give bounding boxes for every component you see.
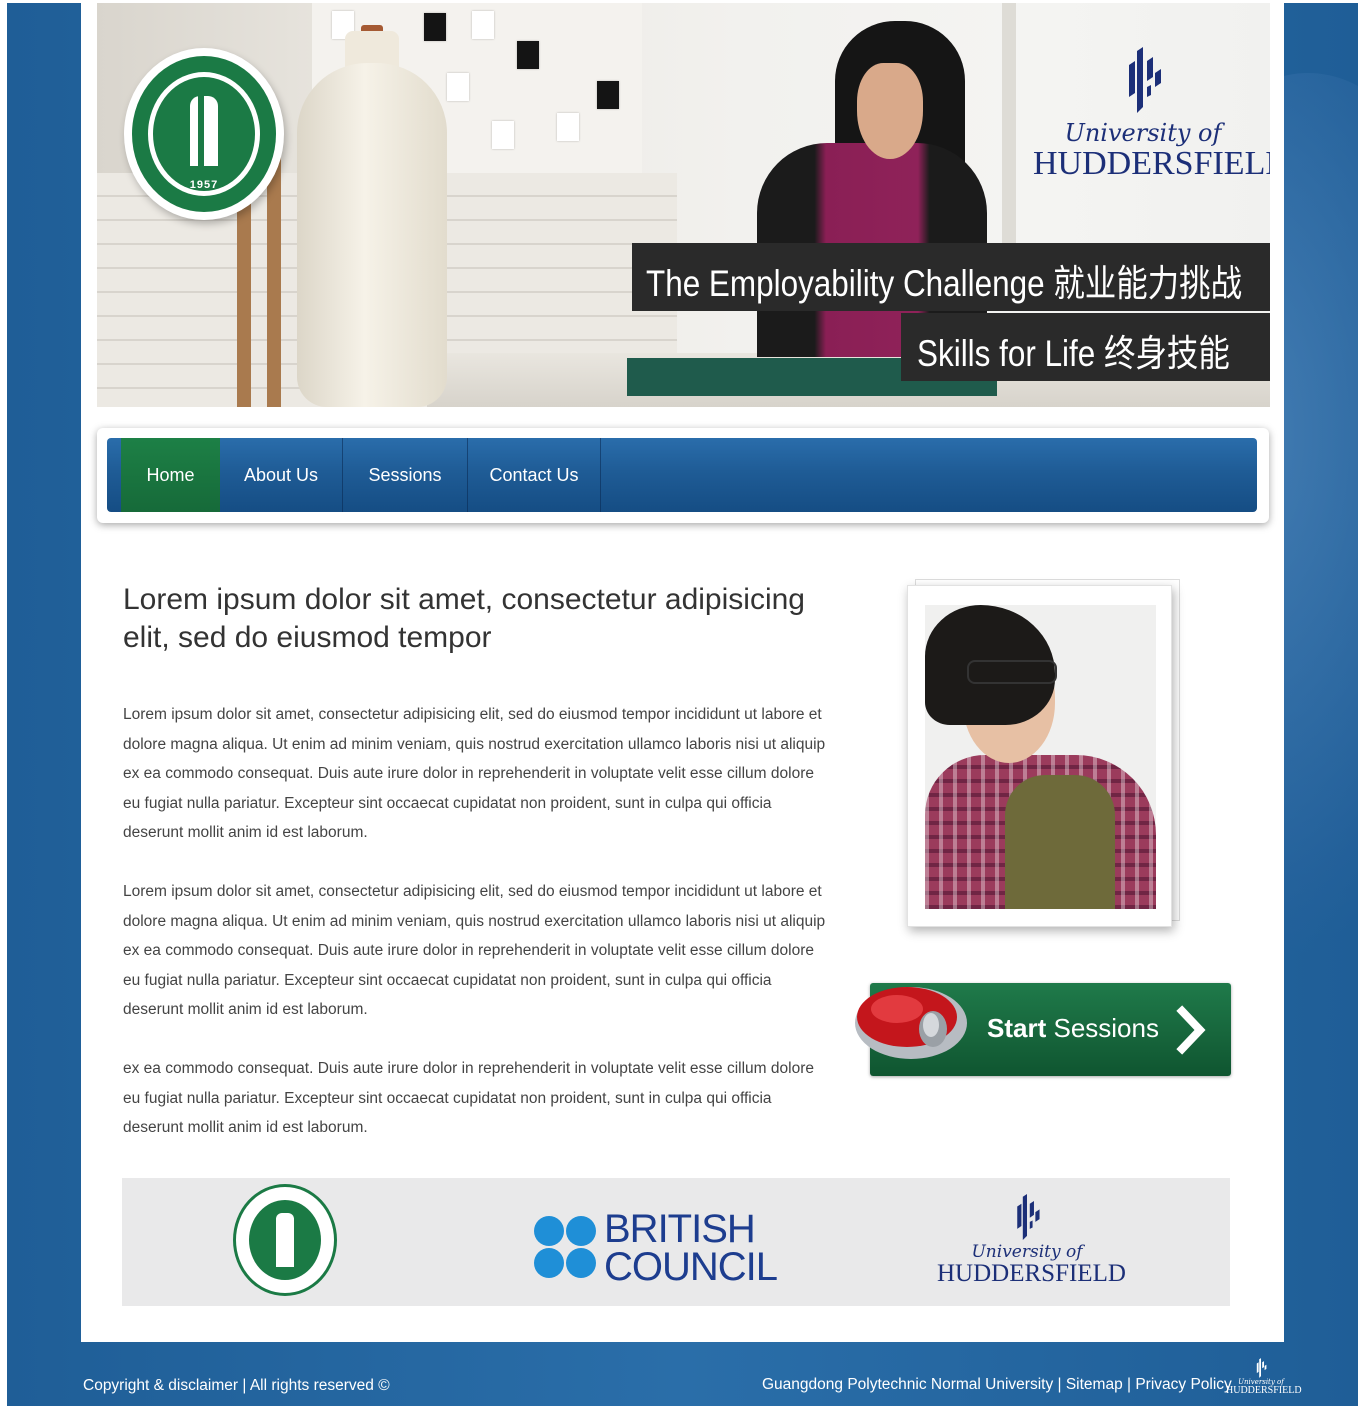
partner-logos: BRITISH COUNCIL University of HUDDERSFIE… — [122, 1178, 1230, 1306]
nav-bar: Home About Us Sessions Contact Us — [107, 438, 1257, 512]
partner-huddersfield-logo: University of HUDDERSFIELD — [937, 1194, 1126, 1294]
page-container: 1957 University of HUDDERSFIELD The Empl… — [81, 3, 1284, 1342]
partner-gpnu-logo — [233, 1184, 337, 1296]
page-heading: Lorem ipsum dolor sit amet, consectetur … — [123, 583, 805, 654]
student-photo-frame — [907, 585, 1172, 927]
footer-huddersfield-logo: University of HUDDERSFIELD — [1226, 1358, 1302, 1400]
body-paragraph-1: Lorem ipsum dolor sit amet, consectetur … — [123, 706, 826, 841]
body-paragraph-2: Lorem ipsum dolor sit amet, consectetur … — [123, 883, 826, 1018]
body-paragraph-3: ex ea commodo consequat. Duis aute irure… — [123, 1060, 814, 1136]
nav-item-sessions[interactable]: Sessions — [343, 438, 468, 512]
mannequin-photo — [297, 63, 447, 407]
huddersfield-mark-icon — [1017, 1194, 1040, 1240]
footer-copyright[interactable]: Copyright & disclaimer | All rights rese… — [83, 1377, 390, 1395]
tagline-employability: The Employability Challenge 就业能力挑战 — [632, 243, 1270, 311]
chevron-right-icon — [1176, 1005, 1206, 1055]
huddersfield-mark-icon — [1256, 1358, 1267, 1378]
huddersfield-logo-line2: HUDDERSFIELD — [1033, 145, 1270, 182]
nav-item-about-us[interactable]: About Us — [220, 438, 343, 512]
partner-british-council-logo: BRITISH COUNCIL — [534, 1209, 778, 1287]
huddersfield-logo: University of HUDDERSFIELD — [1033, 47, 1270, 187]
gpnu-logo-year: 1957 — [189, 179, 219, 191]
start-sessions-label: Start Sessions — [987, 1013, 1159, 1043]
main-navigation: Home About Us Sessions Contact Us — [97, 428, 1269, 523]
header-banner: 1957 University of HUDDERSFIELD The Empl… — [97, 3, 1270, 407]
british-council-wordmark: BRITISH COUNCIL — [604, 1207, 778, 1289]
gpnu-logo: 1957 — [124, 48, 284, 220]
student-portrait — [925, 605, 1156, 909]
computer-mouse-icon — [855, 987, 967, 1059]
tagline-skills-for-life: Skills for Life 终身技能 — [901, 313, 1270, 381]
nav-item-contact-us[interactable]: Contact Us — [468, 438, 601, 512]
huddersfield-logo-line1: University of — [1064, 119, 1222, 147]
nav-item-home[interactable]: Home — [121, 438, 220, 512]
huddersfield-mark-icon — [1129, 47, 1161, 113]
footer-links[interactable]: Guangdong Polytechnic Normal University … — [762, 1376, 1232, 1394]
